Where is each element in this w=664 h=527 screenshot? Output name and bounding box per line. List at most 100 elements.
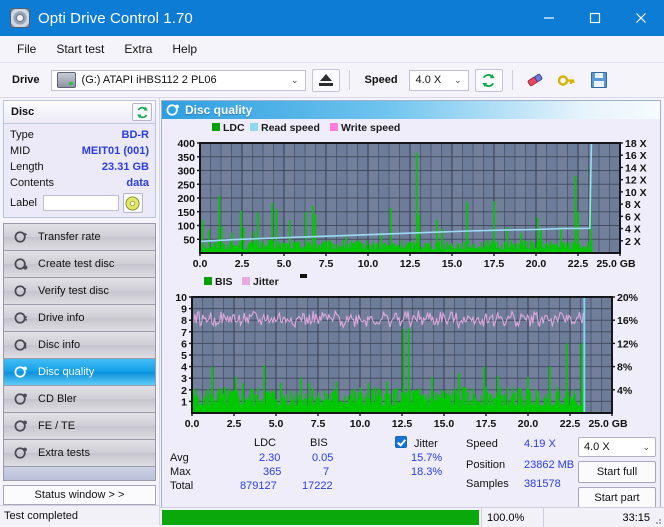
- svg-text:9: 9: [181, 304, 187, 316]
- speed-select[interactable]: 4.0 X ⌄: [408, 69, 469, 91]
- sidebar-item-cd-bler[interactable]: CD Bler: [4, 386, 155, 413]
- disc-row-mid-key: MID: [10, 145, 31, 157]
- svg-text:Write speed: Write speed: [341, 122, 400, 134]
- speed-select-value: 4.0 X: [415, 74, 442, 86]
- menu-start-test[interactable]: Start test: [47, 39, 113, 59]
- toolbar-separator-2: [511, 70, 513, 90]
- sidebar-item-label: FE / TE: [38, 420, 76, 432]
- disc-refresh-button[interactable]: [132, 103, 152, 121]
- svg-text:10.0: 10.0: [358, 258, 379, 270]
- menu-extra[interactable]: Extra: [115, 39, 161, 59]
- disc-label-row: Label: [10, 193, 149, 213]
- body: Disc Type BD-R MID MEIT01 (001) Length 2…: [0, 98, 664, 525]
- minimize-button[interactable]: [526, 0, 572, 36]
- disc-test-icon: [10, 230, 32, 244]
- disc-quality-panel: Disc quality LDC Read speed Write speed 50 1…: [161, 100, 661, 525]
- start-part-button[interactable]: Start part: [578, 487, 656, 509]
- disc-label-browse-button[interactable]: [122, 193, 143, 213]
- svg-text:20%: 20%: [617, 292, 639, 304]
- drive-select-value: (G:) ATAPI iHBS112 2 PL06: [81, 74, 217, 86]
- panel-title: Disc quality: [185, 103, 253, 117]
- stats-jitter-max: 18.3%: [411, 466, 443, 478]
- sidebar-item-drive-info[interactable]: Drive info: [4, 305, 155, 332]
- disc-row-mid-value: MEIT01 (001): [81, 145, 149, 157]
- samples-stat-value: 381578: [524, 478, 561, 490]
- jitter-checkbox[interactable]: [395, 436, 407, 449]
- window-controls: [526, 0, 664, 36]
- elapsed-time-text: 33:15: [622, 511, 650, 524]
- svg-text:10: 10: [175, 292, 187, 304]
- svg-text:400: 400: [177, 138, 195, 150]
- close-button[interactable]: [618, 0, 664, 36]
- nav-list: Transfer rate Create test disc Verify te…: [3, 223, 156, 467]
- svg-text:8%: 8%: [617, 362, 633, 374]
- sidebar-item-disc-quality[interactable]: Disc quality: [4, 359, 155, 386]
- eject-button[interactable]: [311, 68, 340, 92]
- status-window-button[interactable]: Status window > >: [3, 484, 156, 506]
- sidebar-item-fe-te[interactable]: FE / TE: [4, 413, 155, 440]
- disc-panel: Disc Type BD-R MID MEIT01 (001) Length 2…: [3, 100, 156, 218]
- disc-label-key: Label: [10, 197, 37, 209]
- speed-stat-label: Speed: [466, 438, 498, 450]
- jitter-label: Jitter: [414, 438, 438, 450]
- app-window: Opti Drive Control 1.70 File Start test …: [0, 0, 664, 527]
- sidebar-item-disc-info[interactable]: Disc info: [4, 332, 155, 359]
- drive-select[interactable]: (G:) ATAPI iHBS112 2 PL06 ⌄: [50, 69, 306, 91]
- test-speed-select[interactable]: 4.0 X ⌄: [578, 437, 656, 457]
- drive-icon: [56, 72, 76, 88]
- sidebar-item-create-test-disc[interactable]: Create test disc: [4, 251, 155, 278]
- disc-panel-title: Disc: [11, 106, 35, 118]
- svg-text:4: 4: [181, 362, 187, 374]
- samples-stat-label: Samples: [466, 478, 509, 490]
- stats-row-max-label: Max: [170, 466, 191, 478]
- stats-header-bis: BIS: [310, 437, 328, 449]
- speed-label: Speed: [364, 74, 398, 86]
- fe-te-icon: [10, 419, 32, 433]
- stats-row-total-label: Total: [170, 480, 194, 492]
- svg-text:12 X: 12 X: [625, 175, 647, 187]
- key-icon: [558, 74, 575, 86]
- app-icon: [10, 8, 30, 28]
- refresh-icon: [136, 106, 148, 118]
- sidebar-item-extra-tests[interactable]: Extra tests: [4, 440, 155, 467]
- svg-text:Jitter: Jitter: [253, 276, 279, 288]
- drive-info-icon: [10, 311, 32, 325]
- svg-text:200: 200: [177, 193, 195, 205]
- svg-text:15.0: 15.0: [442, 258, 463, 270]
- menu-help[interactable]: Help: [163, 39, 206, 59]
- start-full-button[interactable]: Start full: [578, 461, 656, 483]
- svg-text:0.0: 0.0: [193, 258, 208, 270]
- svg-text:22.5: 22.5: [568, 258, 589, 270]
- svg-text:50: 50: [183, 234, 195, 246]
- refresh-button[interactable]: [474, 68, 503, 92]
- title-bar: Opti Drive Control 1.70: [0, 0, 664, 36]
- menu-bar: File Start test Extra Help: [0, 36, 664, 63]
- disc-row-contents: Contents data: [10, 176, 149, 191]
- sidebar-item-transfer-rate[interactable]: Transfer rate: [4, 224, 155, 251]
- svg-text:3: 3: [181, 373, 187, 385]
- disc-row-type-key: Type: [10, 129, 34, 141]
- checkbox-checked-icon: [395, 436, 407, 448]
- svg-text:250: 250: [177, 179, 195, 191]
- erase-button[interactable]: [522, 69, 548, 92]
- svg-text:5.0: 5.0: [269, 418, 284, 430]
- menu-file[interactable]: File: [8, 39, 45, 59]
- disc-verify-icon: [10, 284, 32, 298]
- sidebar-item-verify-test-disc[interactable]: Verify test disc: [4, 278, 155, 305]
- stats-ldc-max: 365: [263, 466, 282, 478]
- progress-bar-fill: [162, 510, 479, 525]
- disc-quality-bis-jitter-chart: BIS Jitter 1 2 3 4 5 6 7 8 9 10 4% 8% 12% 16% 20% 0.0 2.5 5…: [162, 273, 660, 435]
- svg-text:10 X: 10 X: [625, 187, 647, 199]
- svg-text:17.5: 17.5: [484, 258, 505, 270]
- stats-bis-avg: 0.05: [312, 452, 334, 464]
- disc-quality-icon: [166, 103, 180, 117]
- key-button[interactable]: [554, 69, 580, 92]
- resize-grip-icon[interactable]: [652, 515, 662, 525]
- toolbar-separator-1: [348, 70, 350, 90]
- disc-row-type-value: BD-R: [121, 129, 150, 141]
- maximize-button[interactable]: [572, 0, 618, 36]
- progress-percent-text: 100.0%: [482, 508, 544, 527]
- disc-label-input[interactable]: [42, 195, 119, 211]
- save-button[interactable]: [586, 69, 612, 92]
- svg-text:2.5: 2.5: [235, 258, 250, 270]
